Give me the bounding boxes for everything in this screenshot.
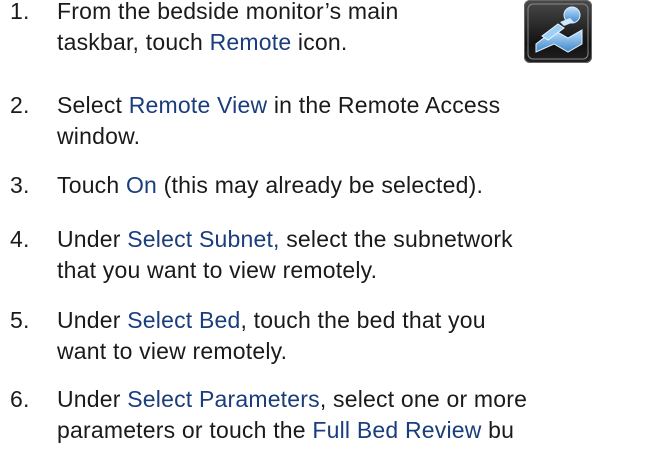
step-line: taskbar, touch Remote icon. [57, 28, 348, 57]
step-text: , touch the bed that you [240, 307, 486, 333]
step-number: 5. [10, 307, 30, 333]
step-line: Under Select Parameters, select one or m… [57, 385, 527, 414]
step-line: want to view remotely. [57, 337, 287, 366]
step-text: that you want to view remotely. [57, 257, 378, 283]
step-number: 2. [10, 92, 30, 118]
highlighted-term: Select Bed [127, 307, 241, 333]
step-text: Touch [57, 172, 126, 198]
highlighted-term: Select Parameters [127, 386, 320, 412]
step-number: 3. [10, 172, 30, 198]
step-line: Touch On (this may already be selected). [57, 171, 483, 200]
step-text: Under [57, 307, 128, 333]
step-text: in the Remote Access [267, 92, 501, 118]
step-text: (this may already be selected). [157, 172, 484, 198]
step-number: 4. [10, 226, 30, 252]
step-line: From the bedside monitor’s main [57, 0, 399, 26]
highlighted-term: Select Subnet, [127, 226, 280, 252]
step-text: Select [57, 92, 129, 118]
step-text: , select one or more [319, 386, 528, 412]
step-number: 6. [10, 386, 30, 412]
step-text: parameters or touch the [57, 417, 313, 443]
step-number: 1. [10, 0, 30, 24]
step-text: select the subnetwork [279, 226, 513, 252]
step-text: bu [481, 417, 515, 443]
step-line: that you want to view remotely. [57, 256, 377, 285]
step-line: window. [57, 122, 140, 151]
step-line: parameters or touch the Full Bed Review … [57, 416, 514, 445]
highlighted-term: Full Bed Review [312, 417, 482, 443]
step-text: Under [57, 386, 128, 412]
highlighted-term: Remote [209, 29, 292, 55]
highlighted-term: Remote View [128, 92, 268, 118]
step-line: Under Select Bed, touch the bed that you [57, 306, 486, 335]
step-text: taskbar, touch [57, 29, 210, 55]
step-line: Under Select Subnet, select the subnetwo… [57, 225, 513, 254]
step-text: icon. [291, 29, 348, 55]
step-text: From the bedside monitor’s main [57, 0, 399, 24]
highlighted-term: On [125, 172, 158, 198]
remote-icon [524, 0, 592, 63]
step-text: window. [57, 123, 141, 149]
step-text: want to view remotely. [57, 338, 288, 364]
step-line: Select Remote View in the Remote Access [57, 91, 500, 120]
step-text: Under [57, 226, 128, 252]
